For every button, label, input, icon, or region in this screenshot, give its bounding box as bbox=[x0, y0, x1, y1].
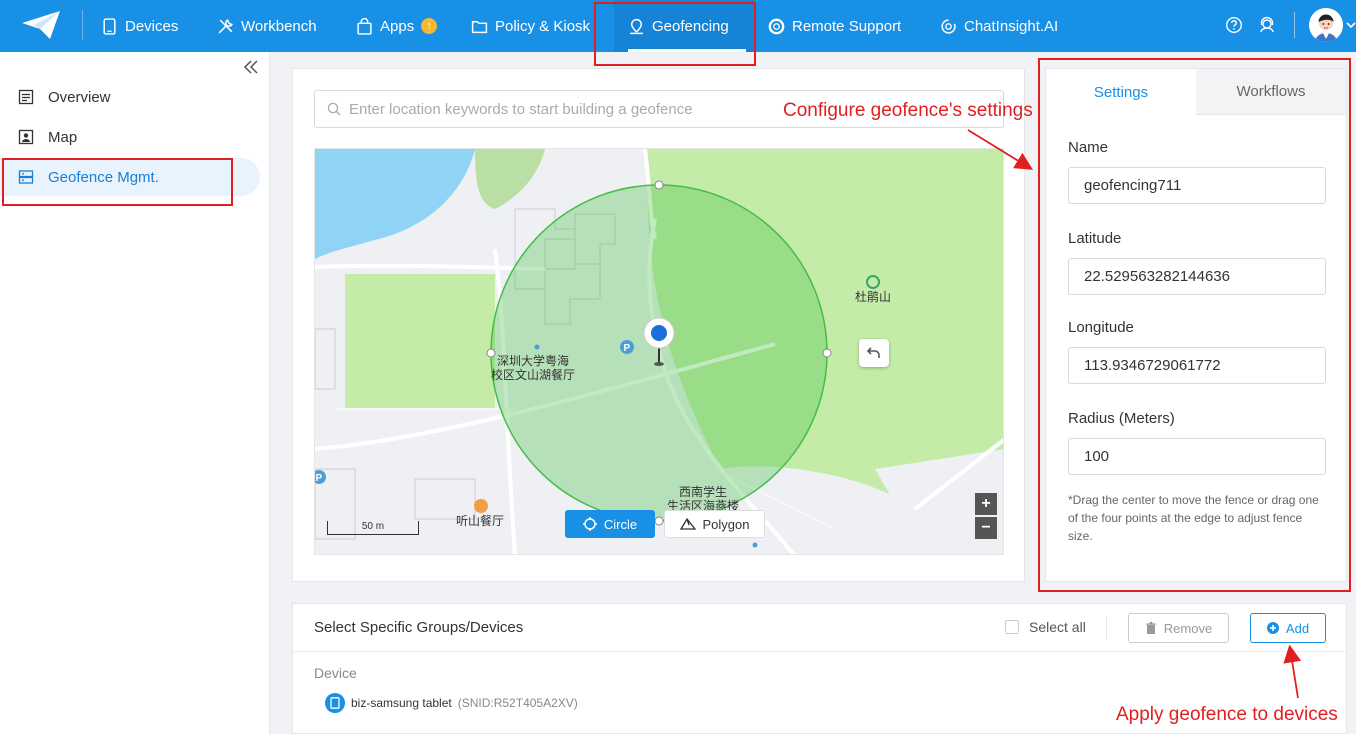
nav-label: Policy & Kiosk bbox=[495, 17, 591, 35]
device-list-item[interactable]: biz-samsung tablet (SNID:R52T405A2XV) bbox=[325, 693, 578, 713]
nav-divider bbox=[82, 10, 83, 40]
app-logo[interactable] bbox=[20, 9, 62, 41]
folder-icon bbox=[471, 20, 488, 33]
remove-label: Remove bbox=[1163, 620, 1213, 636]
annotation-highlight-box bbox=[594, 2, 756, 66]
map-poi-label: 杜鹃山 bbox=[855, 290, 892, 304]
nav-label: Apps bbox=[380, 17, 415, 35]
polygon-mode-button[interactable]: Polygon bbox=[664, 510, 765, 538]
restaurant-poi-icon bbox=[474, 499, 488, 513]
sidebar-item-overview[interactable]: Overview bbox=[0, 78, 260, 116]
divider bbox=[1106, 617, 1107, 639]
circle-mode-label: Circle bbox=[603, 516, 638, 532]
sidebar-item-map[interactable]: Map bbox=[0, 118, 260, 156]
undo-icon bbox=[866, 347, 880, 358]
bag-icon bbox=[357, 17, 372, 35]
tools-icon bbox=[218, 18, 233, 33]
polygon-icon bbox=[679, 517, 696, 530]
resize-handle-bottom bbox=[654, 516, 664, 526]
support-agent-icon[interactable] bbox=[1258, 16, 1276, 34]
device-tablet-icon bbox=[325, 693, 345, 713]
list-icon bbox=[18, 89, 34, 105]
update-badge-icon: ↑ bbox=[421, 18, 438, 34]
map-person-icon bbox=[18, 129, 34, 145]
select-all-checkbox[interactable] bbox=[1005, 620, 1019, 634]
lifebuoy-icon bbox=[768, 18, 785, 34]
resize-handle-right bbox=[822, 348, 832, 358]
polygon-mode-label: Polygon bbox=[702, 516, 750, 532]
nav-remote-support[interactable]: Remote Support bbox=[768, 0, 901, 52]
map-poi-label: 听山餐厅 bbox=[456, 514, 505, 528]
sidebar: Overview Map Geofence Mgmt. bbox=[0, 52, 270, 734]
undo-button[interactable] bbox=[859, 339, 889, 367]
nav-label: Remote Support bbox=[792, 17, 902, 35]
annotation-highlight-box bbox=[2, 158, 233, 206]
geofence-map[interactable]: P P 深圳大学粤海 校区文山湖餐厅 杜鹃山 听山餐厅 西南学生 生活区海燕楼 bbox=[314, 148, 1004, 555]
nav-divider bbox=[1294, 12, 1295, 38]
nav-chatinsight[interactable]: ChatInsight.AI bbox=[940, 0, 1058, 52]
crosshair-icon bbox=[582, 517, 597, 531]
map-card: P P 深圳大学粤海 校区文山湖餐厅 杜鹃山 听山餐厅 西南学生 生活区海燕楼 bbox=[292, 68, 1025, 582]
device-section-label: Device bbox=[314, 665, 357, 681]
divider bbox=[293, 651, 1346, 652]
sidebar-item-label: Map bbox=[48, 128, 78, 146]
help-icon[interactable] bbox=[1225, 16, 1243, 34]
svg-text:P: P bbox=[316, 473, 323, 484]
add-button[interactable]: Add bbox=[1250, 613, 1326, 643]
plus-circle-icon bbox=[1266, 622, 1279, 634]
trash-icon bbox=[1145, 621, 1156, 634]
add-label: Add bbox=[1285, 620, 1310, 636]
poi-dot bbox=[752, 542, 758, 548]
annotation-settings-note: Configure geofence's settings bbox=[783, 100, 1033, 121]
park-area bbox=[345, 274, 495, 409]
circle-mode-button[interactable]: Circle bbox=[565, 510, 655, 538]
collapse-sidebar-icon[interactable] bbox=[242, 58, 260, 76]
device-snid: (SNID:R52T405A2XV) bbox=[457, 696, 578, 710]
annotation-highlight-box bbox=[1038, 58, 1351, 592]
annotation-devices-note: Apply geofence to devices bbox=[1116, 704, 1338, 725]
chevron-down-icon[interactable] bbox=[1346, 20, 1356, 30]
tablet-icon bbox=[103, 17, 116, 35]
device-name: biz-samsung tablet bbox=[351, 696, 452, 710]
svg-text:P: P bbox=[624, 343, 631, 354]
search-icon bbox=[327, 102, 341, 116]
devices-title: Select Specific Groups/Devices bbox=[314, 619, 524, 636]
avatar-person-icon bbox=[1309, 8, 1343, 42]
map-poi-label: 深圳大学粤海 校区文山湖餐厅 bbox=[491, 354, 576, 382]
nav-devices[interactable]: Devices bbox=[101, 0, 178, 52]
nav-workbench[interactable]: Workbench bbox=[217, 0, 317, 52]
map-poi-label: 西南学生 生活区海燕楼 bbox=[667, 485, 740, 513]
zoom-out-button[interactable]: − bbox=[975, 517, 997, 539]
nav-apps[interactable]: Apps ↑ bbox=[356, 0, 438, 52]
poi-dot bbox=[534, 344, 540, 350]
map-scale-bar: 50 m bbox=[327, 521, 419, 535]
remove-button[interactable]: Remove bbox=[1128, 613, 1229, 643]
sidebar-item-label: Overview bbox=[48, 88, 111, 106]
select-all[interactable]: Select all bbox=[1005, 619, 1086, 635]
zoom-in-button[interactable]: + bbox=[975, 493, 997, 515]
user-avatar[interactable] bbox=[1309, 8, 1343, 42]
ai-chat-icon bbox=[941, 18, 956, 34]
nav-label: Workbench bbox=[241, 17, 317, 35]
map-tiles: P P bbox=[315, 149, 1003, 554]
nav-policy-kiosk[interactable]: Policy & Kiosk bbox=[471, 0, 590, 52]
resize-handle-top bbox=[654, 180, 664, 190]
nav-label: Devices bbox=[125, 17, 179, 35]
select-all-label: Select all bbox=[1029, 619, 1086, 635]
nav-label: ChatInsight.AI bbox=[964, 17, 1059, 35]
